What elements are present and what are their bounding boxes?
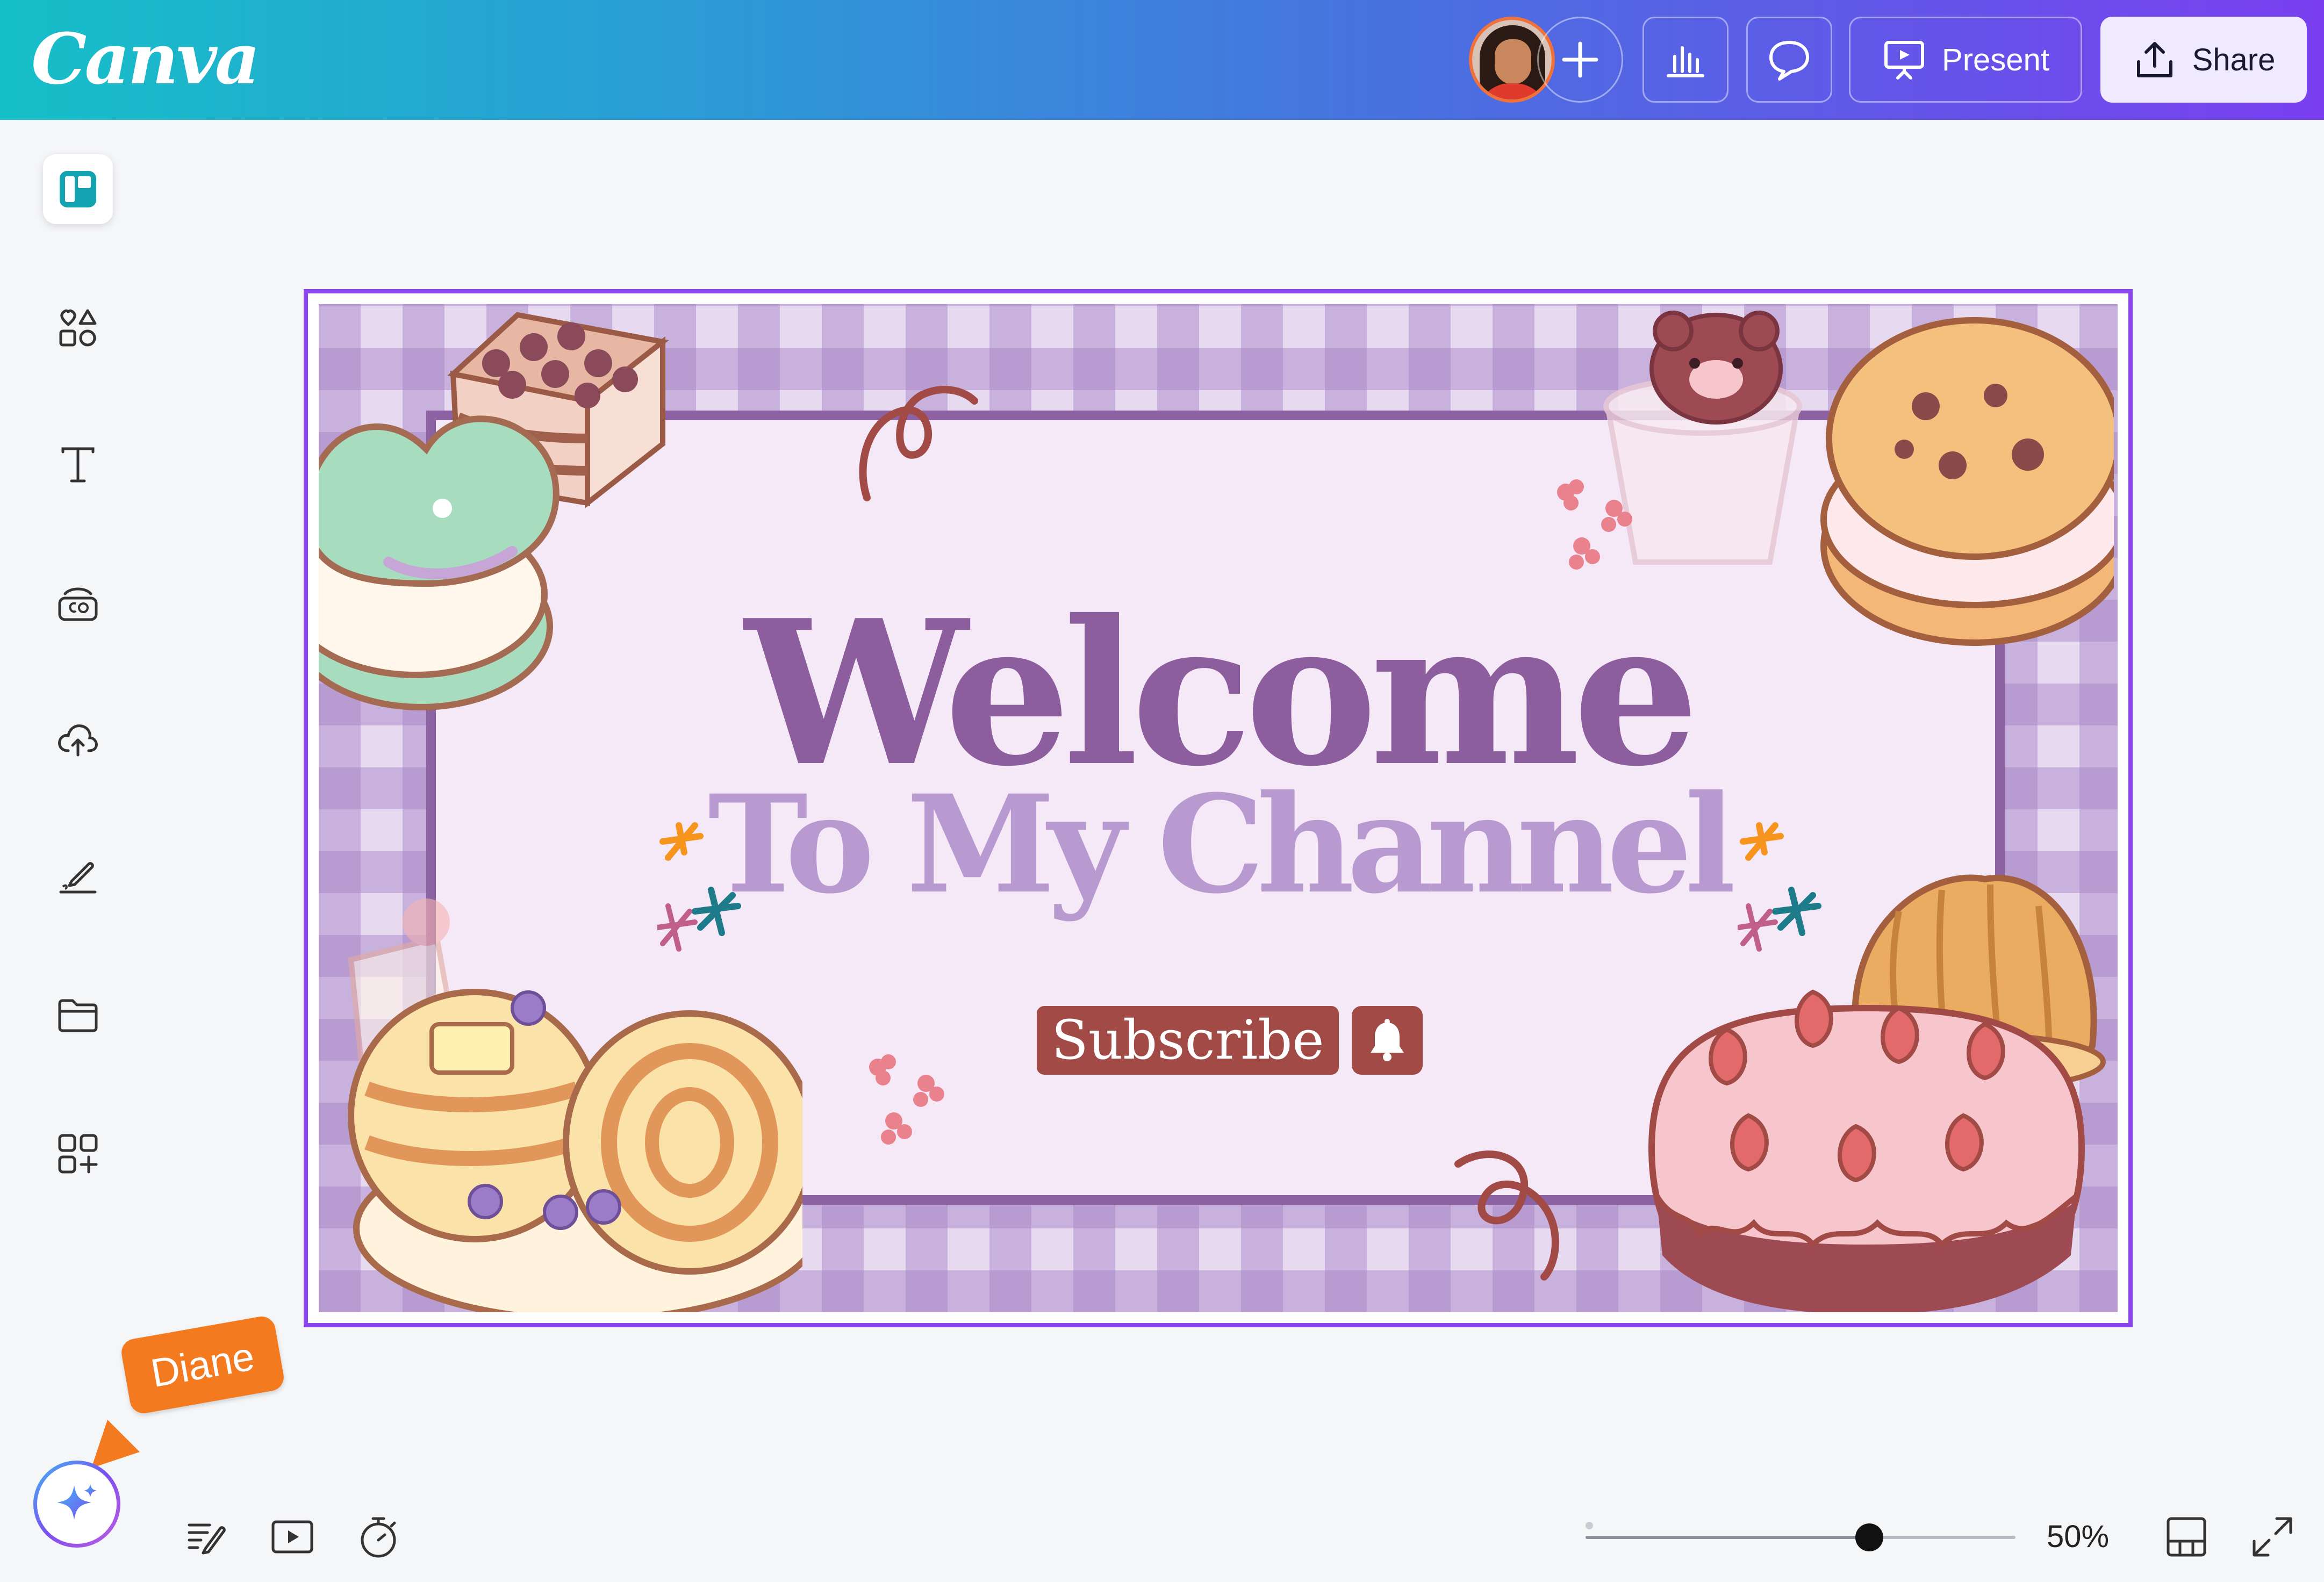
canva-logo[interactable]: Canva [31,16,260,102]
zoom-level-label[interactable]: 50% [2047,1519,2109,1555]
share-button[interactable]: Share [2100,17,2307,103]
grid-view-button[interactable] [2161,1511,2212,1563]
sparkle-icon [57,1484,97,1520]
selected-page-frame[interactable]: Welcome To My Channel Subscribe [304,289,2133,1327]
present-label: Present [1942,42,2049,77]
sidebar-item-projects[interactable] [43,981,113,1051]
timer-icon [361,1517,396,1558]
notes-pencil-icon [188,1523,226,1555]
draw-pen-icon [59,862,97,894]
desserts-bottom-right-illustration [1648,874,2106,1312]
swirl-doodle [859,386,978,501]
magic-assistant-button[interactable] [33,1461,120,1548]
folder-icon [58,999,98,1032]
bell-icon [1371,1019,1404,1061]
sidebar-item-elements[interactable] [43,293,113,363]
design-layout-icon [60,171,96,207]
comments-button[interactable] [1746,17,1832,103]
swirl-doodle [1454,1150,1559,1281]
apps-grid-plus-icon [58,1134,98,1174]
sidebar-item-design[interactable] [43,154,113,224]
elements-shapes-icon [59,309,97,347]
sparkle-doodles [1738,822,1821,952]
brand-co-icon [58,587,98,621]
flower-doodles [869,1054,944,1145]
bar-chart-icon [1667,46,1704,77]
fullscreen-button[interactable] [2247,1511,2298,1563]
sparkle-doodles [657,822,741,952]
desserts-top-left-illustration [319,312,669,710]
sidebar-item-uploads[interactable] [43,704,113,774]
zoom-slider[interactable] [1586,1523,2015,1551]
plus-icon [1562,41,1598,78]
zoom-slider-handle[interactable] [1855,1523,1883,1551]
sidebar-item-apps[interactable] [43,1119,113,1189]
flower-doodles [1557,479,1632,570]
present-button[interactable]: Present [1849,17,2082,103]
timer-button[interactable] [353,1511,404,1563]
grid-view-icon [2167,1517,2206,1557]
desserts-top-right-illustration [1603,311,2114,646]
notes-button[interactable] [182,1511,233,1563]
expand-arrows-icon [2253,1517,2292,1557]
cloud-upload-icon [58,724,98,757]
add-collaborator-button[interactable] [1537,17,1623,103]
sidebar-item-text[interactable] [43,430,113,500]
share-label: Share [2192,42,2276,77]
collaborator-cursor-label: Diane [119,1314,286,1416]
bell-button-graphic[interactable] [1352,1006,1423,1075]
speech-bubble-icon [1769,41,1809,81]
play-button[interactable] [267,1511,318,1563]
upload-icon [2136,42,2172,77]
sidebar-item-brand[interactable] [43,570,113,639]
top-toolbar: Canva Present Share [0,0,2324,120]
presentation-screen-icon [1884,41,1925,80]
sidebar-item-draw[interactable] [43,841,113,911]
youtube-banner-design[interactable]: Welcome To My Channel Subscribe [319,304,2118,1312]
text-T-icon [61,447,95,483]
zoom-slider-fill [1586,1536,1869,1539]
zoom-min-marker [1586,1522,1593,1529]
subscribe-button-graphic[interactable]: Subscribe [1037,1006,1339,1075]
insights-button[interactable] [1642,17,1728,103]
play-video-icon [271,1520,313,1554]
